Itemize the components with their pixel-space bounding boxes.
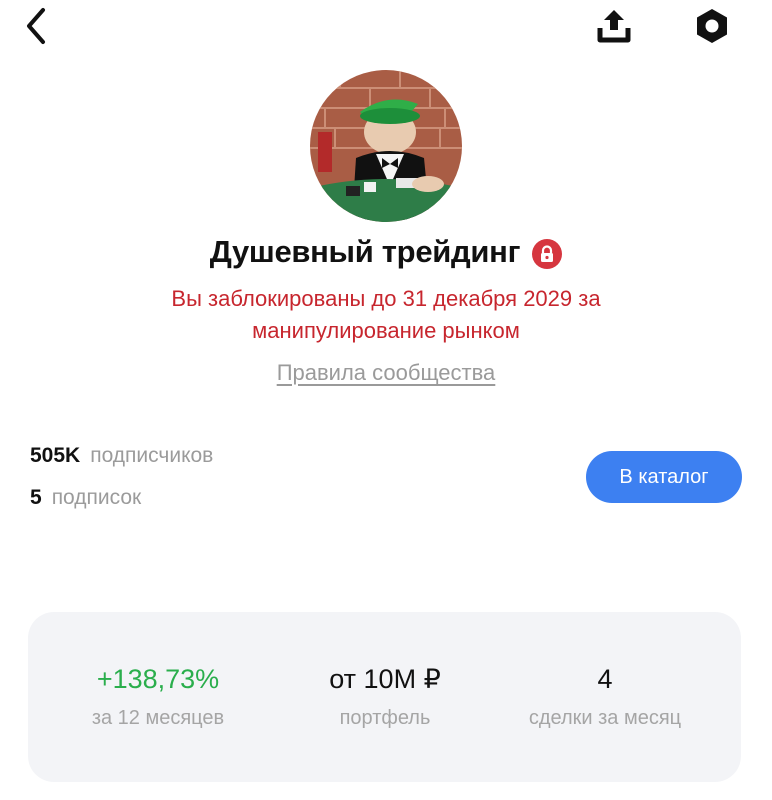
metric-value: +138,73% [96, 664, 220, 694]
metric-trades: 4 сделки за месяц [500, 664, 710, 730]
metric-portfolio: от 10M ₽ портфель [300, 664, 470, 730]
following-label: подписок [51, 486, 142, 509]
metrics-card: +138,73% за 12 месяцев от 10M ₽ портфель… [28, 612, 741, 782]
metric-label: сделки за месяц [528, 707, 682, 729]
hexagon-gear-icon [697, 9, 727, 43]
chevron-left-icon [27, 8, 45, 44]
metric-value: 4 [597, 664, 613, 694]
followers-stat[interactable]: 505K подписчиков [30, 444, 213, 468]
upload-share-icon [597, 10, 631, 43]
metric-label: портфель [339, 707, 431, 729]
lock-icon [532, 239, 563, 269]
community-rules-link[interactable]: Правила сообщества [0, 360, 772, 386]
following-count: 5 [30, 486, 42, 509]
followers-count: 505K [30, 444, 81, 467]
share-button[interactable] [590, 2, 638, 50]
profile-title-row: Душевный трейдинг [0, 230, 772, 274]
metric-value: от 10M ₽ [329, 664, 441, 694]
settings-button[interactable] [688, 2, 736, 50]
following-stat[interactable]: 5 подписок [30, 486, 141, 510]
metric-label: за 12 месяцев [91, 707, 225, 729]
top-bar [0, 0, 772, 60]
followers-label: подписчиков [90, 444, 214, 467]
metric-return: +138,73% за 12 месяцев [68, 664, 248, 730]
catalog-button[interactable]: В каталог [586, 451, 742, 503]
profile-name: Душевный трейдинг [209, 234, 521, 269]
avatar [310, 70, 462, 222]
ban-message: Вы заблокированы до 31 декабря 2029 за м… [171, 286, 601, 343]
avatar-image [310, 70, 462, 222]
back-button[interactable] [14, 4, 58, 48]
